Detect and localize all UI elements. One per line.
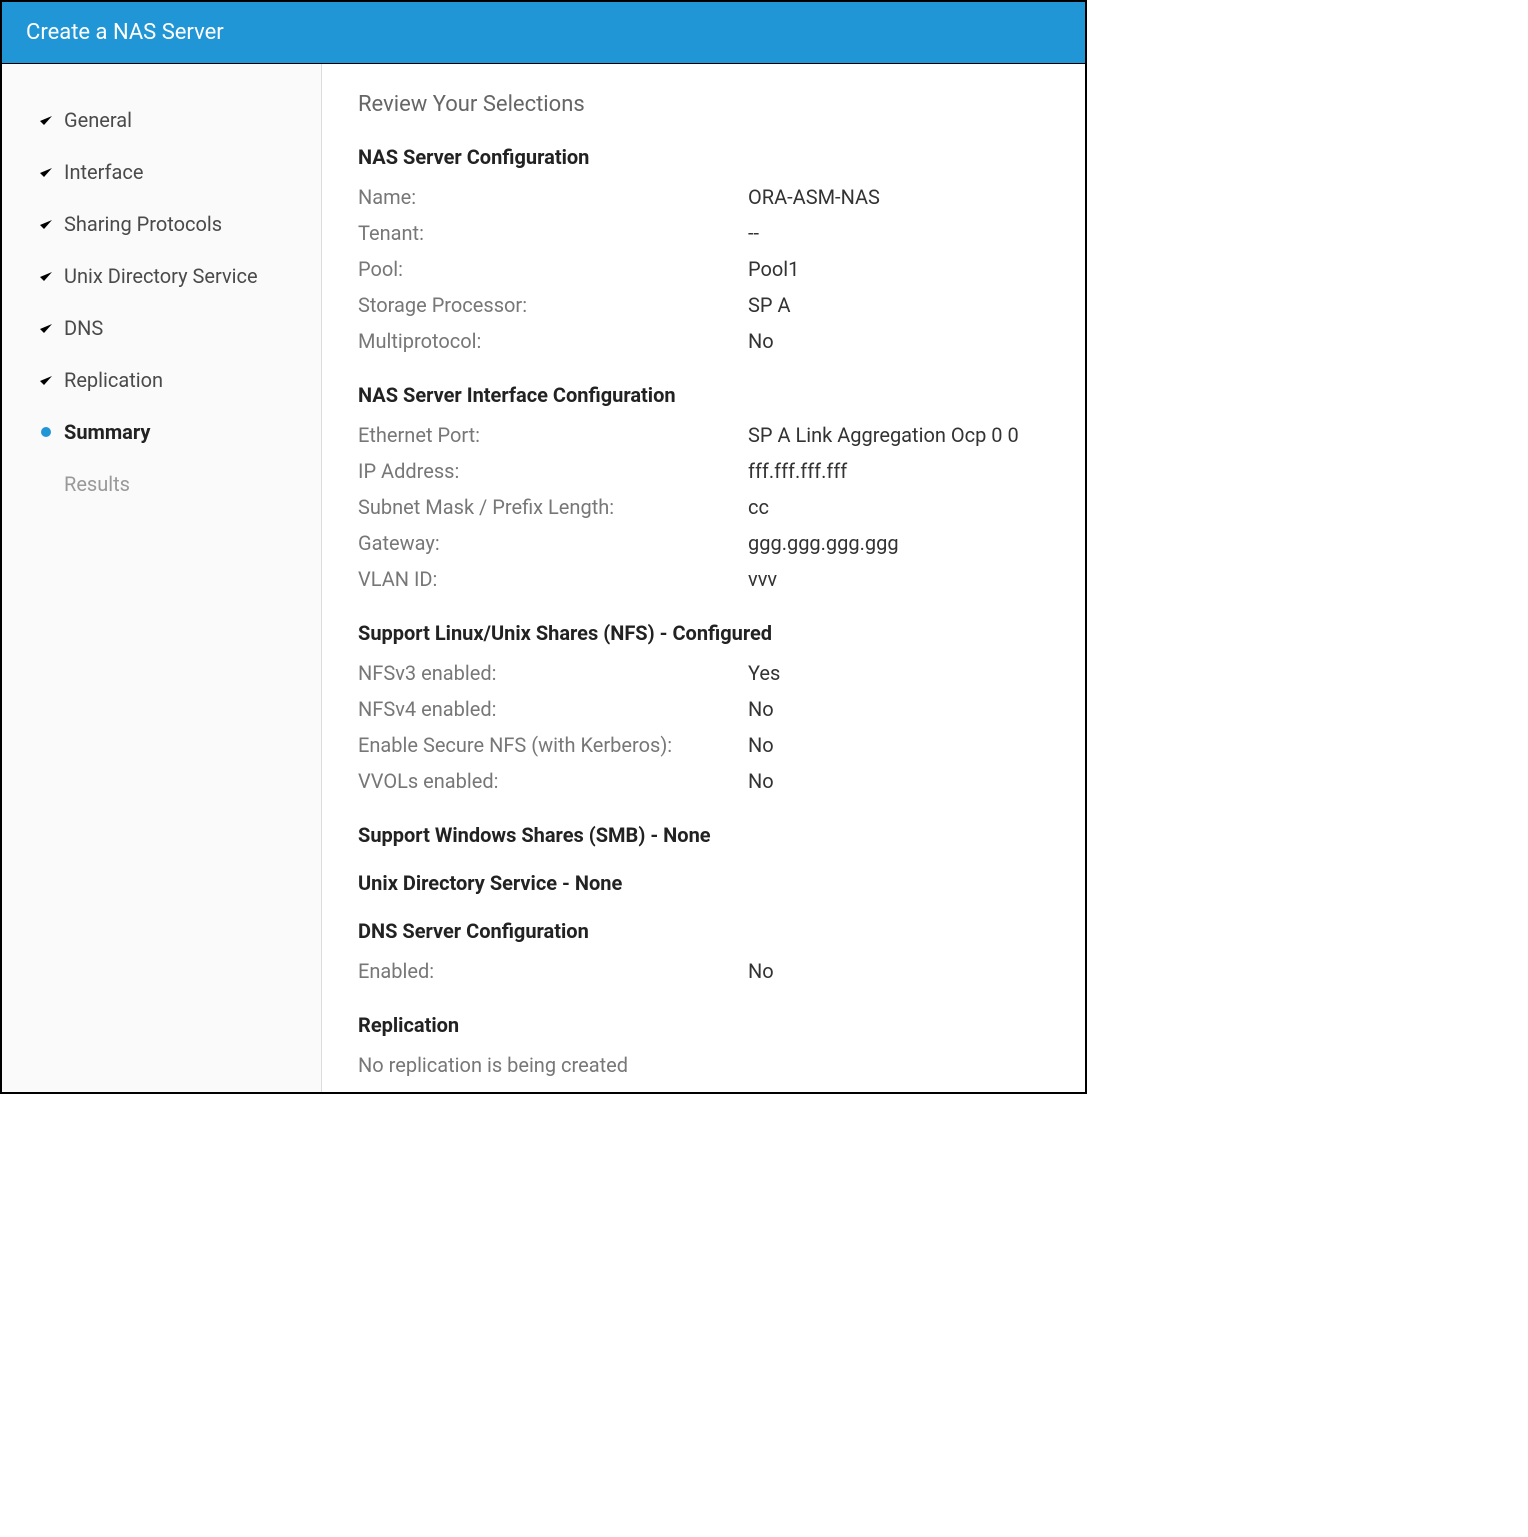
- step-label: Summary: [64, 420, 150, 444]
- check-icon: [38, 320, 54, 336]
- row-ip-address: IP Address: fff.fff.fff.fff: [358, 453, 1045, 489]
- label-vlan-id: VLAN ID:: [358, 567, 748, 591]
- label-nfsv4: NFSv4 enabled:: [358, 697, 748, 721]
- value-nfsv4: No: [748, 697, 774, 721]
- label-name: Name:: [358, 185, 748, 209]
- value-ethernet-port: SP A Link Aggregation Ocp 0 0: [748, 423, 1019, 447]
- step-general[interactable]: General: [38, 94, 321, 146]
- value-multiprotocol: No: [748, 329, 774, 353]
- step-interface[interactable]: Interface: [38, 146, 321, 198]
- step-results: Results: [38, 458, 321, 510]
- step-label: Unix Directory Service: [64, 264, 258, 288]
- value-ip-address: fff.fff.fff.fff: [748, 459, 847, 483]
- current-step-dot-icon: [38, 424, 54, 440]
- wizard-window: Create a NAS Server General Interface Sh…: [0, 0, 1087, 1094]
- label-tenant: Tenant:: [358, 221, 748, 245]
- label-pool: Pool:: [358, 257, 748, 281]
- section-uds-title: Unix Directory Service - None: [358, 871, 1045, 895]
- check-icon: [38, 372, 54, 388]
- replication-info: No replication is being created: [358, 1047, 1045, 1083]
- label-storage-processor: Storage Processor:: [358, 293, 748, 317]
- step-label: Replication: [64, 368, 163, 392]
- section-nas-config-title: NAS Server Configuration: [358, 145, 1045, 169]
- section-dns-title: DNS Server Configuration: [358, 919, 1045, 943]
- window-body: General Interface Sharing Protocols Unix…: [2, 64, 1085, 1092]
- label-multiprotocol: Multiprotocol:: [358, 329, 748, 353]
- value-pool: Pool1: [748, 257, 799, 281]
- row-dns-enabled: Enabled: No: [358, 953, 1045, 989]
- row-vvols: VVOLs enabled: No: [358, 763, 1045, 799]
- row-pool: Pool: Pool1: [358, 251, 1045, 287]
- value-gateway: ggg.ggg.ggg.ggg: [748, 531, 899, 555]
- label-subnet-mask: Subnet Mask / Prefix Length:: [358, 495, 748, 519]
- step-label: Results: [64, 472, 130, 496]
- row-nfsv4: NFSv4 enabled: No: [358, 691, 1045, 727]
- row-ethernet-port: Ethernet Port: SP A Link Aggregation Ocp…: [358, 417, 1045, 453]
- step-sharing-protocols[interactable]: Sharing Protocols: [38, 198, 321, 250]
- value-nfsv3: Yes: [748, 661, 780, 685]
- check-icon: [38, 112, 54, 128]
- step-label: Sharing Protocols: [64, 212, 222, 236]
- summary-panel: Review Your Selections NAS Server Config…: [322, 64, 1085, 1092]
- row-secure-nfs: Enable Secure NFS (with Kerberos): No: [358, 727, 1045, 763]
- value-name: ORA-ASM-NAS: [748, 185, 880, 209]
- row-vlan-id: VLAN ID: vvv: [358, 561, 1045, 597]
- value-tenant: --: [748, 221, 759, 245]
- step-label: General: [64, 108, 132, 132]
- check-icon: [38, 268, 54, 284]
- value-secure-nfs: No: [748, 733, 774, 757]
- step-dns[interactable]: DNS: [38, 302, 321, 354]
- step-label: DNS: [64, 316, 103, 340]
- value-subnet-mask: cc: [748, 495, 769, 519]
- row-subnet-mask: Subnet Mask / Prefix Length: cc: [358, 489, 1045, 525]
- label-nfsv3: NFSv3 enabled:: [358, 661, 748, 685]
- wizard-steps-sidebar: General Interface Sharing Protocols Unix…: [2, 64, 322, 1092]
- value-vlan-id: vvv: [748, 567, 777, 591]
- step-unix-directory-service[interactable]: Unix Directory Service: [38, 250, 321, 302]
- label-gateway: Gateway:: [358, 531, 748, 555]
- section-replication-title: Replication: [358, 1013, 1045, 1037]
- row-tenant: Tenant: --: [358, 215, 1045, 251]
- row-multiprotocol: Multiprotocol: No: [358, 323, 1045, 359]
- window-title: Create a NAS Server: [2, 2, 1085, 64]
- check-icon: [38, 164, 54, 180]
- label-secure-nfs: Enable Secure NFS (with Kerberos):: [358, 733, 748, 757]
- label-ethernet-port: Ethernet Port:: [358, 423, 748, 447]
- section-smb-title: Support Windows Shares (SMB) - None: [358, 823, 1045, 847]
- step-replication[interactable]: Replication: [38, 354, 321, 406]
- label-ip-address: IP Address:: [358, 459, 748, 483]
- section-interface-title: NAS Server Interface Configuration: [358, 383, 1045, 407]
- value-dns-enabled: No: [748, 959, 774, 983]
- value-storage-processor: SP A: [748, 293, 791, 317]
- check-icon: [38, 216, 54, 232]
- page-title: Review Your Selections: [358, 92, 1045, 117]
- section-nfs-title: Support Linux/Unix Shares (NFS) - Config…: [358, 621, 1045, 645]
- label-dns-enabled: Enabled:: [358, 959, 748, 983]
- row-nfsv3: NFSv3 enabled: Yes: [358, 655, 1045, 691]
- row-gateway: Gateway: ggg.ggg.ggg.ggg: [358, 525, 1045, 561]
- label-vvols: VVOLs enabled:: [358, 769, 748, 793]
- step-label: Interface: [64, 160, 143, 184]
- value-vvols: No: [748, 769, 774, 793]
- row-name: Name: ORA-ASM-NAS: [358, 179, 1045, 215]
- step-summary[interactable]: Summary: [38, 406, 321, 458]
- row-storage-processor: Storage Processor: SP A: [358, 287, 1045, 323]
